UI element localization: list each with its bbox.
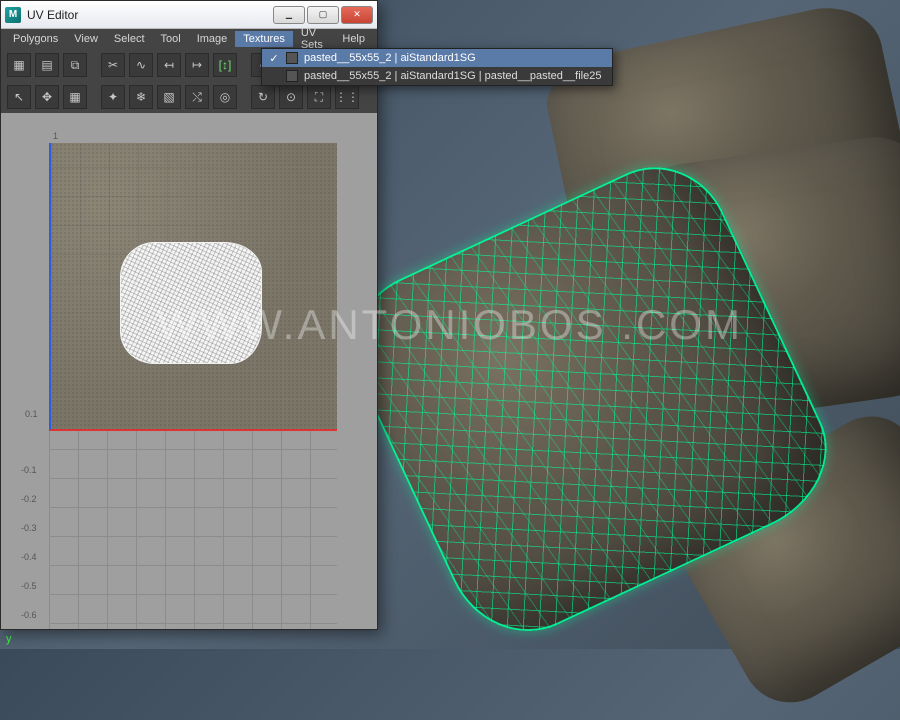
close-button[interactable] <box>341 6 373 24</box>
swap-icon[interactable]: ⤭ <box>185 85 209 109</box>
move-icon[interactable]: ✥ <box>35 85 59 109</box>
textures-dropdown: ✓ pasted__55x55_2 | aiStandard1SG pasted… <box>261 48 613 86</box>
axis-tick: -0.6 <box>21 610 37 620</box>
dots-icon[interactable]: ⋮⋮ <box>335 85 359 109</box>
select-arrow-icon[interactable]: ↖ <box>7 85 31 109</box>
layout-icon[interactable]: ▧ <box>157 85 181 109</box>
texture-option-label: pasted__55x55_2 | aiStandard1SG <box>304 52 476 64</box>
texture-option[interactable]: ✓ pasted__55x55_2 | aiStandard1SG <box>262 49 612 67</box>
minimize-button[interactable] <box>273 6 305 24</box>
cut-icon[interactable]: ✂ <box>101 53 125 77</box>
uv-grid-extended <box>49 431 337 629</box>
menu-help[interactable]: Help <box>334 31 373 47</box>
menu-select[interactable]: Select <box>106 31 153 47</box>
menu-polygons[interactable]: Polygons <box>5 31 66 47</box>
uv-shell[interactable] <box>121 243 261 363</box>
grid-icon[interactable]: ▦ <box>63 85 87 109</box>
axis-gizmo: y <box>6 633 12 645</box>
maya-app-icon: M <box>5 7 21 23</box>
window-title: UV Editor <box>27 8 271 22</box>
axis-tick: 0.1 <box>25 409 38 419</box>
menu-image[interactable]: Image <box>189 31 236 47</box>
snowflake-icon[interactable]: ❄ <box>129 85 153 109</box>
refresh-icon[interactable]: ↻ <box>251 85 275 109</box>
uv-editor-window: M UV Editor Polygons View Select Tool Im… <box>0 0 378 630</box>
menubar: Polygons View Select Tool Image Textures… <box>1 29 377 49</box>
target-icon[interactable]: ◎ <box>213 85 237 109</box>
axis-tick: -0.4 <box>21 552 37 562</box>
brackets-icon[interactable]: [↕] <box>213 53 237 77</box>
axis-tick: -0.1 <box>21 465 37 475</box>
menu-tool[interactable]: Tool <box>153 31 189 47</box>
arrow-left-icon[interactable]: ↤ <box>157 53 181 77</box>
lattice-icon[interactable]: ⧉ <box>63 53 87 77</box>
axis-tick: -0.3 <box>21 523 37 533</box>
frame-icon[interactable]: ⛶ <box>307 85 331 109</box>
uv-shell-icon[interactable]: ▦ <box>7 53 31 77</box>
axis-tick: -0.5 <box>21 581 37 591</box>
maximize-button[interactable] <box>307 6 339 24</box>
axis-tick: 1 <box>53 131 58 141</box>
axis-tick: -0.2 <box>21 494 37 504</box>
texture-option[interactable]: pasted__55x55_2 | aiStandard1SG | pasted… <box>262 67 612 85</box>
texture-option-label: pasted__55x55_2 | aiStandard1SG | pasted… <box>304 70 601 82</box>
pin-icon[interactable]: ⊙ <box>279 85 303 109</box>
menu-view[interactable]: View <box>66 31 106 47</box>
check-icon: ✓ <box>268 52 280 65</box>
magic-icon[interactable]: ✦ <box>101 85 125 109</box>
arrow-right-icon[interactable]: ↦ <box>185 53 209 77</box>
sew-icon[interactable]: ∿ <box>129 53 153 77</box>
uv-border-icon[interactable]: ▤ <box>35 53 59 77</box>
texture-swatch-icon <box>286 52 298 64</box>
texture-swatch-icon <box>286 70 298 82</box>
menu-textures[interactable]: Textures <box>235 31 293 47</box>
uv-canvas[interactable]: 1 0.1 -0.1 -0.2 -0.3 -0.4 -0.5 -0.6 <box>1 113 377 629</box>
